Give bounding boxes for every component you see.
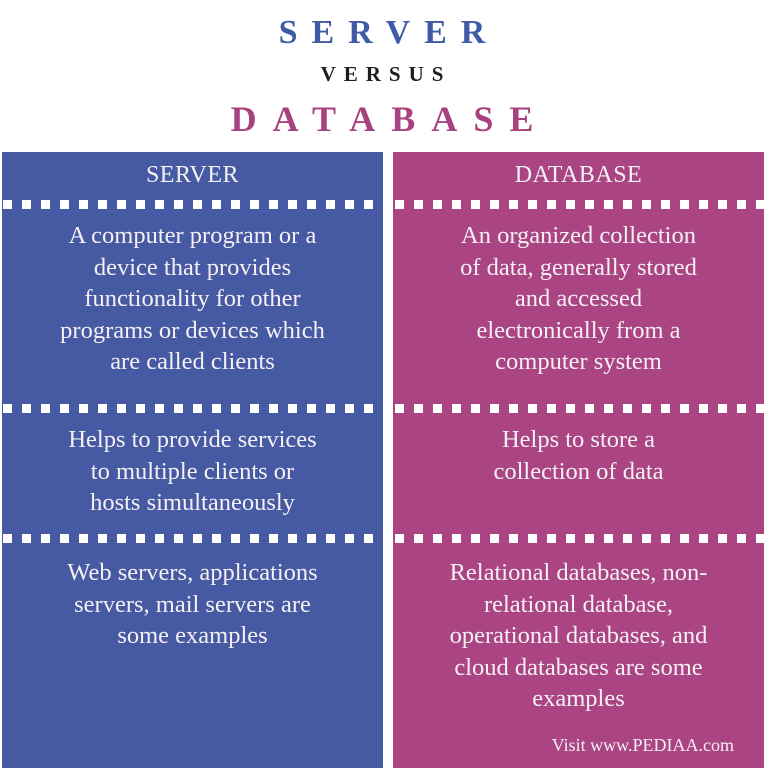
text-line: to multiple clients or — [90, 457, 295, 485]
source-credit: Visit www.PEDIAA.com — [551, 735, 734, 755]
text-line: Web servers, applications — [67, 559, 318, 586]
text-line: A computer program or a — [68, 222, 317, 249]
text-line: cloud databases are some — [454, 653, 703, 681]
server-definition: A computer program or a device that prov… — [2, 220, 383, 378]
text-line: An organized collection — [461, 222, 696, 249]
server-examples: Web servers, applications servers, mail … — [2, 557, 383, 652]
text-line: hosts simultaneously — [90, 489, 295, 516]
text-line: programs or devices which — [60, 316, 325, 344]
dotted-divider — [2, 200, 389, 209]
dotted-divider — [2, 534, 389, 543]
dotted-divider — [393, 200, 764, 209]
text-line: relational database, — [483, 590, 674, 618]
title-versus: VERSUS — [320, 62, 452, 86]
database-function: Helps to store a collection of data — [393, 424, 764, 487]
text-line: Helps to provide services — [68, 426, 317, 453]
text-line: computer system — [495, 348, 662, 375]
text-line: are called clients — [110, 348, 275, 375]
text-line: and accessed — [514, 285, 643, 312]
text-line: Relational databases, non- — [449, 559, 708, 586]
text-line: Helps to store a — [501, 426, 656, 453]
text-line: device that provides — [93, 253, 292, 281]
text-line: operational databases, and — [449, 622, 708, 649]
text-line: collection of data — [493, 457, 664, 485]
dotted-divider — [393, 404, 764, 413]
text-line: examples — [532, 685, 625, 712]
text-line: electronically from a — [476, 316, 681, 344]
text-line: some examples — [117, 622, 268, 649]
server-function: Helps to provide services to multiple cl… — [2, 424, 383, 519]
database-examples: Relational databases, non- relational da… — [393, 557, 764, 715]
server-column: SERVER A computer program or a device th… — [2, 152, 389, 768]
database-column: DATABASE An organized collection of data… — [393, 152, 764, 768]
database-column-header: DATABASE — [514, 162, 643, 188]
title-database: DATABASE — [230, 99, 550, 139]
dotted-divider — [2, 404, 389, 413]
text-line: functionality for other — [84, 285, 301, 312]
comparison-title: SERVER VERSUS DATABASE — [0, 0, 764, 152]
title-server: SERVER — [278, 14, 500, 51]
dotted-divider — [393, 534, 764, 543]
text-line: servers, mail servers are — [74, 590, 311, 618]
server-column-header: SERVER — [145, 162, 240, 188]
text-line: of data, generally stored — [460, 253, 697, 281]
database-definition: An organized collection of data, general… — [393, 220, 764, 378]
